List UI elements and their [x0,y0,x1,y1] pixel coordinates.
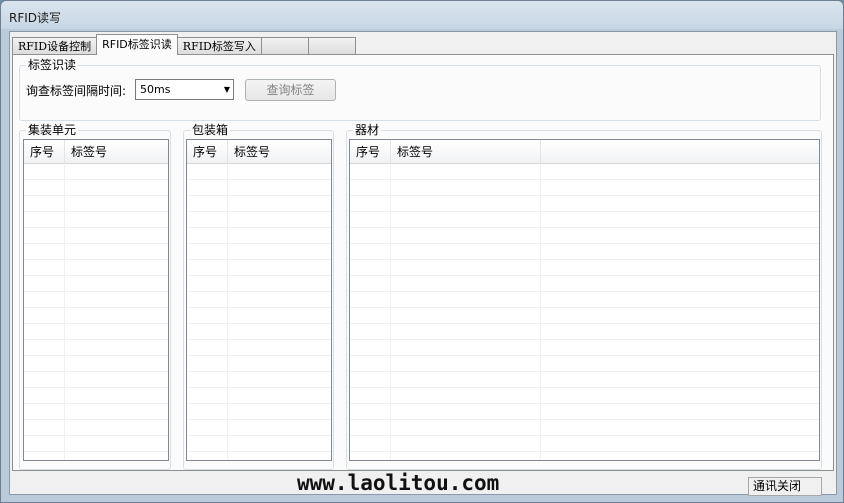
column-divider [64,164,65,460]
query-tags-button[interactable]: 查询标签 [245,79,336,101]
column-header-tag-number[interactable]: 标签号 [65,140,168,164]
tab-page-tag-read: 标签识读 询查标签间隔时间: 50ms ▼ 查询标签 集装单元 序号 标签号 包… [12,54,834,471]
column-header-index[interactable]: 序号 [24,140,65,164]
main-window: RFID读写 RFID设备控制 RFID标签识读 RFID标签写入 标签识读 询… [0,0,844,503]
package-box-list[interactable]: 序号 标签号 [186,139,332,461]
list-body[interactable] [350,164,819,460]
window-title: RFID读写 [9,11,62,25]
list-header: 序号 标签号 [24,140,168,164]
interval-select-value: 50ms [140,83,171,96]
connection-status: 通讯关闭 [748,477,822,496]
list-body[interactable] [187,164,331,460]
list-body[interactable] [24,164,168,460]
tag-read-group-legend: 标签识读 [26,58,79,72]
tag-read-group: 标签识读 询查标签间隔时间: 50ms ▼ 查询标签 [19,58,821,121]
container-unit-group: 集装单元 序号 标签号 [19,123,171,470]
watermark-text: www.laolitou.com [297,471,500,495]
equipment-list[interactable]: 序号 标签号 [349,139,820,461]
package-box-legend: 包装箱 [190,123,231,137]
list-header: 序号 标签号 [187,140,331,164]
tab-tag-read[interactable]: RFID标签识读 [96,34,178,55]
column-divider [227,164,228,460]
container-unit-legend: 集装单元 [26,123,79,137]
tab-device-control[interactable]: RFID设备控制 [12,37,98,55]
tab-empty-1[interactable] [260,37,309,55]
tab-empty-2[interactable] [307,37,356,55]
column-header-index[interactable]: 序号 [187,140,228,164]
interval-select[interactable]: 50ms ▼ [135,79,234,100]
column-header-index[interactable]: 序号 [350,140,391,164]
column-divider [540,164,541,460]
container-unit-list[interactable]: 序号 标签号 [23,139,169,461]
tab-strip: RFID设备控制 RFID标签识读 RFID标签写入 [12,34,356,55]
column-header-empty[interactable] [541,140,819,164]
interval-label: 询查标签间隔时间: [26,84,127,98]
column-header-tag-number[interactable]: 标签号 [228,140,331,164]
tab-tag-write[interactable]: RFID标签写入 [176,37,262,55]
column-header-tag-number[interactable]: 标签号 [391,140,541,164]
equipment-group: 器材 序号 标签号 [346,123,822,470]
title-bar[interactable]: RFID读写 [1,1,843,31]
chevron-down-icon[interactable]: ▼ [224,80,230,99]
column-divider [390,164,391,460]
list-header: 序号 标签号 [350,140,819,164]
package-box-group: 包装箱 序号 标签号 [183,123,334,470]
client-area: RFID设备控制 RFID标签识读 RFID标签写入 标签识读 询查标签间隔时间… [9,31,837,495]
equipment-legend: 器材 [353,123,382,137]
